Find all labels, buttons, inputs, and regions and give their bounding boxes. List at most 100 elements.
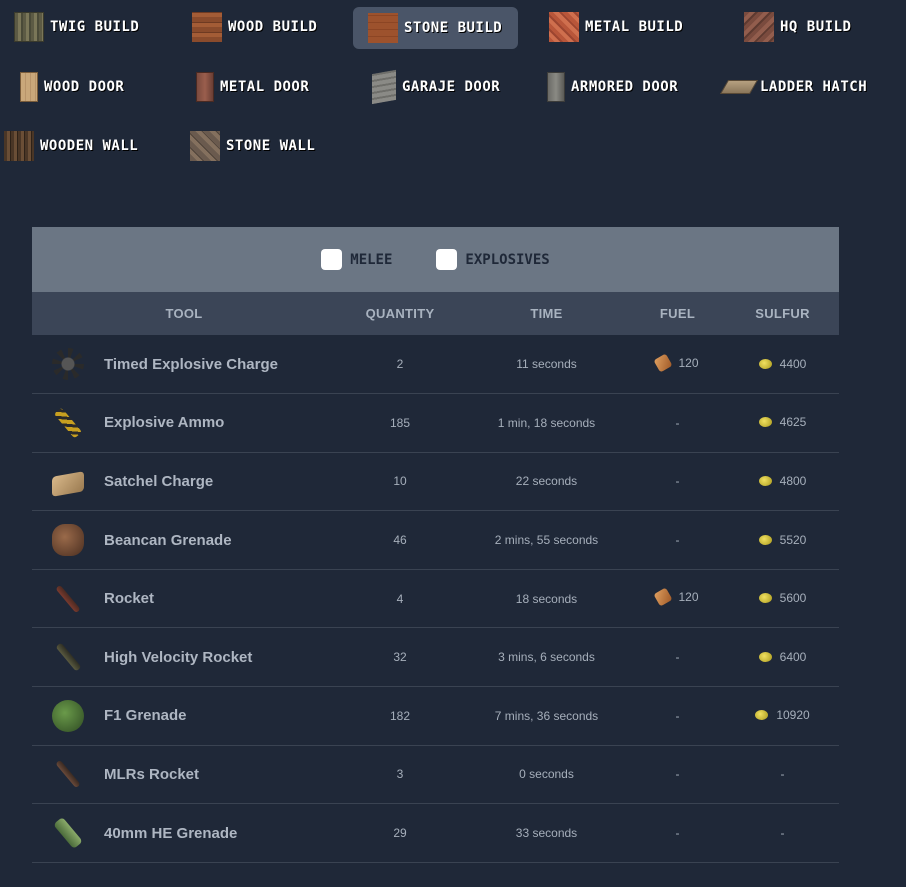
build-label: Wooden Wall bbox=[40, 138, 139, 154]
build-selector: Twig Build Wood Build Stone Build Metal … bbox=[0, 0, 906, 190]
tool-cell: Rocket bbox=[32, 569, 336, 628]
build-label: Armored Door bbox=[571, 79, 679, 95]
build-label: Wood Door bbox=[44, 79, 125, 95]
fuel-cell: 120 bbox=[629, 335, 726, 394]
build-label: Metal Build bbox=[585, 19, 684, 35]
tool-name: Beancan Grenade bbox=[104, 531, 232, 549]
fuel-value: - bbox=[676, 709, 680, 723]
tool: F1 Grenade bbox=[32, 699, 336, 732]
table-header-row: Tool Quantity Time Fuel Sulfur bbox=[32, 292, 839, 335]
table-row: Satchel Charge 10 22 seconds - 4800 bbox=[32, 452, 839, 511]
tool-name: Timed Explosive Charge bbox=[104, 355, 278, 373]
fuel-amount: - bbox=[675, 767, 680, 782]
build-button-ladder-hatch[interactable]: Ladder Hatch bbox=[719, 66, 894, 108]
time-cell: 0 seconds bbox=[519, 767, 574, 782]
tool: Beancan Grenade bbox=[32, 524, 336, 557]
fuel-value: - bbox=[676, 474, 680, 488]
tool-cell: 40mm HE Grenade bbox=[32, 804, 336, 863]
sulfur-value: 4400 bbox=[758, 357, 806, 371]
sulfur-icon bbox=[758, 593, 772, 604]
time-cell: 3 mins, 6 seconds bbox=[498, 650, 595, 665]
40mm-he-grenade-icon bbox=[53, 816, 83, 850]
high-velocity-rocket-icon bbox=[55, 642, 82, 672]
rocket-icon bbox=[55, 584, 81, 613]
tool-cell: F1 Grenade bbox=[32, 687, 336, 746]
build-label: Wood Build bbox=[228, 19, 318, 35]
build-label: Metal Door bbox=[220, 79, 310, 95]
build-button-garage-door[interactable]: Garaje Door bbox=[372, 66, 522, 108]
low-grade-fuel-icon bbox=[653, 352, 674, 373]
sulfur-amount: 10920 bbox=[776, 708, 810, 723]
build-label: Ladder Hatch bbox=[760, 79, 868, 95]
quantity-cell: 3 bbox=[396, 767, 404, 782]
timed-explosive-charge-icon bbox=[52, 348, 84, 381]
column-header-quantity: Quantity bbox=[365, 306, 435, 321]
wooden-wall-icon bbox=[4, 131, 34, 161]
build-button-wood[interactable]: Wood Build bbox=[192, 6, 342, 48]
fuel-cell: - bbox=[629, 394, 726, 453]
fuel-amount: 120 bbox=[678, 590, 699, 605]
sulfur-cell: 6400 bbox=[726, 628, 839, 687]
wood-door-icon bbox=[20, 72, 38, 102]
raid-table: Tool Quantity Time Fuel Sulfur Timed Exp… bbox=[32, 292, 839, 863]
melee-checkbox[interactable] bbox=[321, 249, 343, 270]
build-label: Garaje Door bbox=[402, 79, 501, 95]
tool-name: MLRs Rocket bbox=[104, 765, 200, 783]
filter-melee[interactable]: Melee bbox=[321, 249, 392, 270]
column-header-sulfur: Sulfur bbox=[755, 306, 810, 321]
sulfur-value: 5520 bbox=[758, 532, 807, 547]
build-button-hq[interactable]: HQ Build bbox=[744, 6, 874, 48]
fuel-cell: - bbox=[629, 745, 726, 804]
filter-explosives[interactable]: Explosives bbox=[436, 249, 550, 270]
tool-name: 40mm HE Grenade bbox=[104, 824, 238, 842]
quantity-cell: 4 bbox=[396, 591, 404, 606]
build-button-metal-door[interactable]: Metal Door bbox=[190, 66, 340, 108]
column-header-tool: Tool bbox=[165, 306, 203, 321]
tool: Explosive Ammo bbox=[32, 407, 336, 439]
sulfur-cell: 4800 bbox=[726, 452, 839, 511]
build-button-stone-wall[interactable]: Stone Wall bbox=[190, 125, 340, 167]
column-header-fuel: Fuel bbox=[659, 306, 696, 321]
explosives-checkbox[interactable] bbox=[436, 249, 458, 270]
sulfur-amount: 4625 bbox=[779, 415, 807, 430]
table-row: 40mm HE Grenade 29 33 seconds - - bbox=[32, 804, 839, 863]
tool-cell: Satchel Charge bbox=[32, 452, 336, 511]
tool-cell: Explosive Ammo bbox=[32, 394, 336, 453]
garage-door-icon bbox=[372, 69, 396, 105]
metal-build-icon bbox=[549, 12, 579, 42]
sulfur-icon bbox=[758, 475, 772, 486]
tool: Satchel Charge bbox=[32, 468, 336, 498]
sulfur-amount: 5600 bbox=[779, 591, 807, 606]
raid-cost-panel: Melee Explosives Tool Quantity Time Fuel… bbox=[32, 227, 839, 863]
tool-cell: Beancan Grenade bbox=[32, 511, 336, 570]
sulfur-value: 6400 bbox=[758, 650, 806, 664]
time-cell: 33 seconds bbox=[515, 826, 578, 841]
explosive-ammo-icon bbox=[53, 407, 83, 439]
sulfur-amount: 5520 bbox=[779, 532, 807, 547]
fuel-amount: - bbox=[675, 474, 680, 489]
fuel-value: - bbox=[676, 533, 680, 547]
quantity-cell: 2 bbox=[396, 357, 404, 372]
sulfur-value: 10920 bbox=[755, 708, 810, 723]
time-cell: 2 mins, 55 seconds bbox=[494, 533, 599, 548]
table-row: Explosive Ammo 185 1 min, 18 seconds - 4… bbox=[32, 394, 839, 453]
quantity-cell: 46 bbox=[393, 533, 407, 548]
beancan-grenade-icon bbox=[52, 524, 84, 557]
build-button-wooden-wall[interactable]: Wooden Wall bbox=[4, 125, 164, 167]
fuel-value: - bbox=[676, 416, 680, 430]
build-button-stone[interactable]: Stone Build bbox=[353, 7, 518, 49]
sulfur-icon bbox=[758, 651, 772, 662]
sulfur-cell: 5520 bbox=[726, 511, 839, 570]
f1-grenade-icon bbox=[52, 699, 84, 732]
build-button-twig[interactable]: Twig Build bbox=[14, 6, 164, 48]
fuel-amount: - bbox=[675, 533, 680, 548]
build-button-armored-door[interactable]: Armored Door bbox=[541, 66, 701, 108]
tool-name: High Velocity Rocket bbox=[104, 648, 253, 666]
sulfur-cell: 4625 bbox=[726, 394, 839, 453]
build-button-wood-door[interactable]: Wood Door bbox=[14, 66, 164, 108]
time-cell: 22 seconds bbox=[515, 474, 578, 489]
sulfur-value: - bbox=[781, 767, 785, 781]
fuel-amount: 120 bbox=[678, 355, 699, 370]
table-row: Beancan Grenade 46 2 mins, 55 seconds - … bbox=[32, 511, 839, 570]
build-button-metal[interactable]: Metal Build bbox=[549, 6, 699, 48]
